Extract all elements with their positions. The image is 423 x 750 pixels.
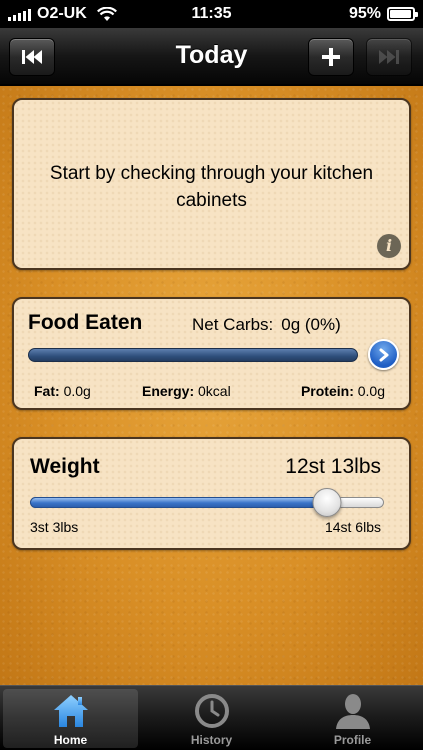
navigation-bar: Today — [0, 28, 423, 85]
battery-status: 95% — [348, 5, 418, 23]
protein-stat: Protein: 0.0g — [300, 383, 385, 399]
status-bar: O2-UK 11:35 95% — [0, 0, 423, 28]
tab-history-label: History — [190, 733, 233, 747]
food-progress-bar — [28, 348, 358, 362]
clock-icon — [192, 691, 232, 731]
weight-slider[interactable] — [30, 488, 384, 517]
home-icon — [51, 691, 91, 731]
battery-icon — [387, 7, 418, 21]
tab-home[interactable]: Home — [0, 686, 141, 750]
tab-profile-label: Profile — [333, 733, 372, 747]
weight-value: 12st 13lbs — [285, 455, 381, 478]
plus-icon — [322, 48, 340, 66]
tab-history[interactable]: History — [141, 686, 282, 750]
main-content: Start by checking through your kitchen c… — [0, 86, 423, 685]
food-details-button[interactable] — [368, 339, 399, 370]
tip-text: Start by checking through your kitchen c… — [49, 163, 374, 211]
net-carbs-value: 0g (0%) — [281, 315, 341, 334]
info-icon[interactable]: i — [377, 234, 401, 258]
weight-card: Weight 12st 13lbs 3st 3lbs 14st 6lbs — [12, 437, 411, 550]
weight-slider-thumb[interactable] — [312, 488, 342, 517]
person-icon — [333, 691, 373, 731]
weight-slider-fill — [30, 497, 326, 508]
skip-forward-icon — [379, 50, 399, 64]
next-day-button[interactable] — [366, 38, 412, 76]
net-carbs: Net Carbs: 0g (0%) — [192, 315, 341, 335]
add-entry-button[interactable] — [308, 38, 354, 76]
energy-stat: Energy: 0kcal — [142, 383, 231, 399]
tab-bar: Home History Profile — [0, 685, 423, 750]
weight-max-label: 14st 6lbs — [324, 519, 381, 535]
fat-stat: Fat: 0.0g — [34, 383, 91, 399]
page-title: Today — [175, 41, 248, 69]
tab-profile[interactable]: Profile — [282, 686, 423, 750]
weight-min-label: 3st 3lbs — [30, 519, 79, 535]
food-eaten-title: Food Eaten — [28, 311, 143, 334]
chevron-right-icon — [379, 348, 388, 361]
food-eaten-card[interactable]: Food Eaten Net Carbs: 0g (0%) Fat: 0.0g … — [12, 297, 411, 410]
net-carbs-label: Net Carbs: — [192, 315, 274, 334]
tip-card: Start by checking through your kitchen c… — [12, 98, 411, 270]
weight-title: Weight — [30, 455, 100, 478]
battery-percent: 95% — [348, 5, 381, 22]
tab-home-label: Home — [53, 733, 88, 747]
